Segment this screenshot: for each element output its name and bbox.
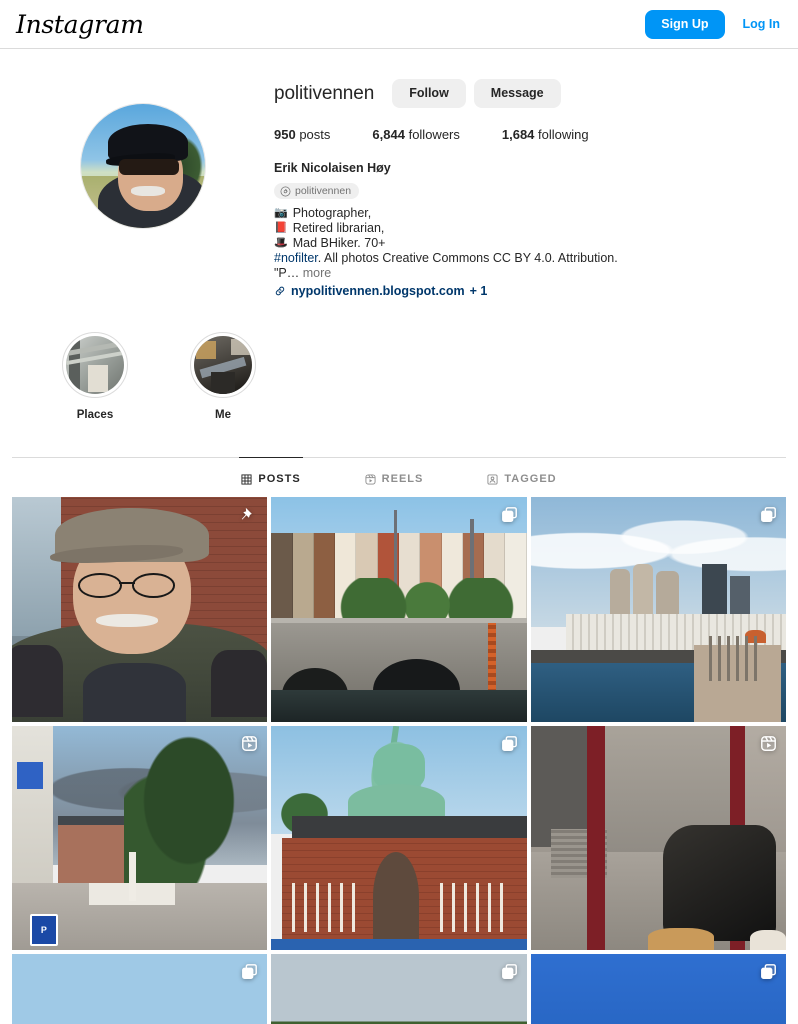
- sign-up-button[interactable]: Sign Up: [645, 9, 725, 39]
- stat-following[interactable]: 1,684 following: [502, 127, 589, 142]
- threads-icon: [280, 186, 291, 197]
- bio-line-0-text: Photographer,: [292, 206, 372, 220]
- carousel-icon: [501, 963, 518, 980]
- follow-button[interactable]: Follow: [392, 79, 466, 108]
- post-grid: P: [0, 497, 798, 1024]
- profile-header: politivennen Follow Message 950 posts 6,…: [12, 49, 786, 298]
- link-chain-icon: [274, 285, 286, 297]
- story-highlights: Places Me: [12, 298, 786, 421]
- profile-page: politivennen Follow Message 950 posts 6,…: [0, 49, 798, 497]
- post-thumbnail[interactable]: [271, 497, 527, 722]
- camera-icon: 📷: [274, 207, 288, 219]
- post-image: [271, 497, 527, 722]
- bio-license-line: #nofilter. All photos Creative Commons C…: [274, 251, 786, 266]
- bio-line-photographer: 📷 Photographer,: [274, 206, 786, 221]
- stat-following-value: 1,684: [501, 127, 535, 142]
- highlight-me-label: Me: [215, 409, 231, 421]
- stat-posts-label: posts: [299, 127, 331, 142]
- profile-tabs: POSTS REELS TAGGED: [12, 457, 786, 497]
- threads-handle: politivennen: [295, 185, 352, 197]
- carousel-icon: [760, 506, 777, 523]
- post-thumbnail[interactable]: [271, 725, 527, 951]
- tab-reels-label: REELS: [381, 473, 424, 485]
- post-thumbnail[interactable]: [12, 497, 268, 722]
- post-thumbnail[interactable]: [12, 954, 268, 1024]
- highlight-me-ring: [190, 332, 256, 398]
- post-thumbnail[interactable]: [530, 954, 786, 1024]
- profile-avatar[interactable]: [80, 103, 206, 229]
- carousel-icon: [241, 963, 258, 980]
- tab-posts[interactable]: POSTS: [239, 457, 303, 497]
- tagged-icon: [487, 473, 498, 485]
- bio-line-librarian: 📕 Retired librarian,: [274, 221, 786, 236]
- instagram-logo[interactable]: Instagram: [16, 12, 144, 37]
- post-thumbnail[interactable]: [530, 497, 786, 722]
- profile-username: politivennen: [274, 82, 375, 104]
- profile-info-column: politivennen Follow Message 950 posts 6,…: [274, 71, 786, 298]
- stat-followers-label: followers: [408, 127, 460, 142]
- highlight-places[interactable]: Places: [50, 332, 140, 421]
- post-image: [271, 725, 527, 951]
- post-image: [530, 497, 786, 722]
- post-image: [271, 954, 527, 1024]
- avatar-column: [12, 71, 274, 298]
- bio-truncated-line: "P… more: [274, 266, 786, 281]
- post-thumbnail[interactable]: [530, 725, 786, 951]
- post-image: P: [12, 725, 268, 951]
- tab-tagged[interactable]: TAGGED: [485, 457, 558, 497]
- book-icon: 📕: [274, 222, 288, 234]
- carousel-icon: [501, 506, 518, 523]
- post-thumbnail[interactable]: [271, 954, 527, 1024]
- highlight-places-ring: [62, 332, 128, 398]
- carousel-icon: [501, 735, 518, 752]
- profile-external-link[interactable]: nypolitivennen.blogspot.com + 1: [274, 284, 786, 298]
- stat-posts[interactable]: 950 posts: [274, 127, 330, 142]
- username-row: politivennen Follow Message: [274, 79, 786, 108]
- pin-icon: [236, 507, 253, 524]
- post-thumbnail[interactable]: P: [12, 725, 268, 951]
- stat-followers-value: 6,844: [372, 127, 405, 142]
- hat-icon: 🎩: [274, 237, 288, 249]
- post-image: [12, 954, 268, 1024]
- carousel-icon: [760, 963, 777, 980]
- post-image: [12, 497, 268, 722]
- profile-full-name: Erik Nicolaisen Høy: [274, 161, 391, 175]
- bio-truncated-text: "P…: [274, 266, 300, 280]
- link-domain-text: nypolitivennen.blogspot.com: [291, 284, 465, 298]
- bio-line-1-text: Retired librarian,: [292, 221, 385, 235]
- threads-badge[interactable]: politivennen: [274, 183, 360, 199]
- bio-line-2-text: Mad BHiker. 70+: [292, 236, 386, 250]
- link-extra-count: + 1: [469, 284, 488, 298]
- bio-hashtag[interactable]: #nofilter: [274, 251, 318, 265]
- highlight-me[interactable]: Me: [178, 332, 268, 421]
- bio-line-hiker: 🎩 Mad BHiker. 70+: [274, 236, 786, 251]
- message-button[interactable]: Message: [473, 79, 561, 108]
- log-in-button[interactable]: Log In: [741, 13, 783, 35]
- stat-posts-value: 950: [274, 127, 296, 142]
- highlight-me-cover: [194, 336, 252, 394]
- tab-tagged-label: TAGGED: [504, 473, 557, 485]
- highlight-places-cover: [66, 336, 124, 394]
- nav-actions: Sign Up Log In: [645, 9, 783, 39]
- stat-following-label: following: [538, 127, 589, 142]
- top-navigation-bar: Instagram Sign Up Log In: [0, 0, 798, 49]
- highlight-places-label: Places: [76, 409, 114, 421]
- reels-badge-icon: [241, 735, 258, 752]
- tab-reels[interactable]: REELS: [363, 457, 426, 497]
- stat-followers[interactable]: 6,844 followers: [372, 127, 459, 142]
- grid-icon: [241, 473, 252, 485]
- reels-icon: [365, 473, 376, 485]
- profile-stats: 950 posts 6,844 followers 1,684 followin…: [274, 127, 786, 142]
- tab-posts-label: POSTS: [258, 473, 301, 485]
- avatar-image: [81, 104, 205, 228]
- post-image: [530, 954, 786, 1024]
- reels-badge-icon: [760, 735, 777, 752]
- post-image: [530, 725, 786, 951]
- parking-sign: P: [29, 914, 58, 946]
- bio-license-text: . All photos Creative Commons CC BY 4.0.…: [317, 251, 618, 265]
- bio-more-button[interactable]: more: [303, 266, 331, 280]
